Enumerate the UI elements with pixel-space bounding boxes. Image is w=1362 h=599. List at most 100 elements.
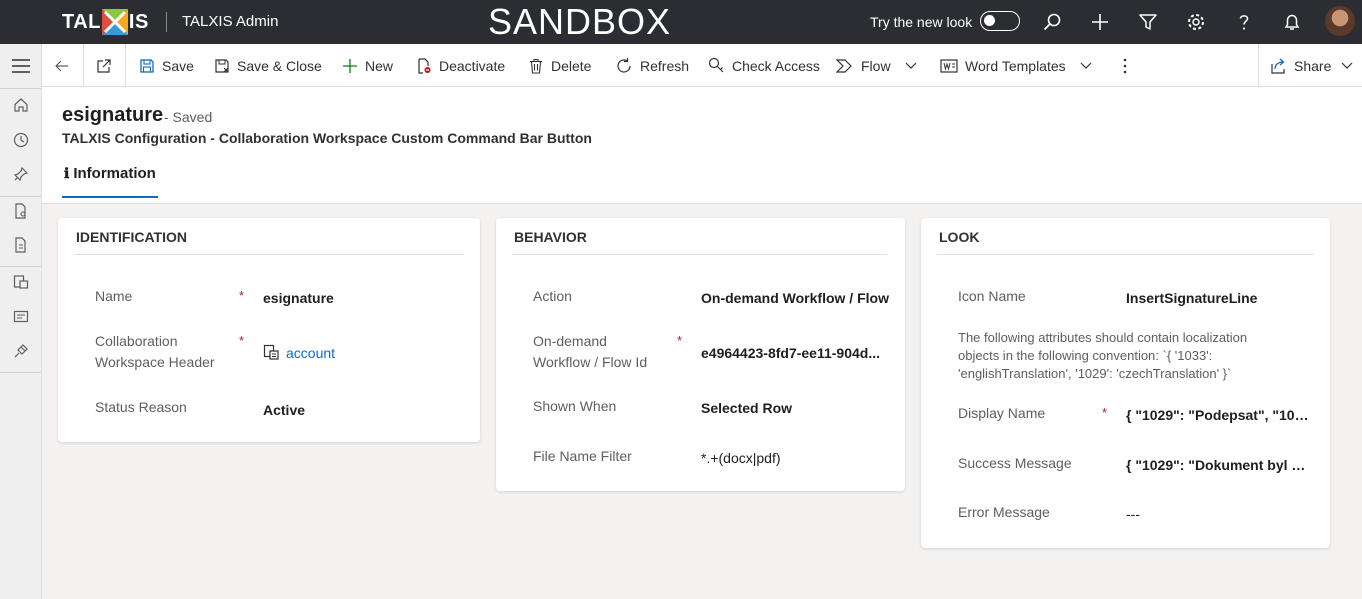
word-templates-button[interactable]: Word Templates xyxy=(940,44,1099,87)
back-button[interactable] xyxy=(54,44,77,87)
required-indicator: * xyxy=(677,333,683,348)
tab-information-label: Information xyxy=(73,165,156,182)
record-header: esignature - Saved TALXIS Configuration … xyxy=(42,87,1362,204)
icon-name-label: Icon Name xyxy=(958,288,1026,304)
flow-icon xyxy=(836,58,852,73)
save-button[interactable]: Save xyxy=(139,44,194,87)
environment-banner: SANDBOX xyxy=(488,1,672,42)
share-icon xyxy=(1271,58,1285,74)
toggle-knob xyxy=(984,15,995,26)
section-divider xyxy=(74,254,464,255)
command-divider xyxy=(125,44,126,87)
chevron-down-icon xyxy=(1080,62,1092,69)
hamburger-menu-icon[interactable] xyxy=(0,49,42,83)
workspace-header-label: Collaboration Workspace Header xyxy=(95,331,215,373)
more-commands-button[interactable] xyxy=(1122,44,1135,87)
file-name-filter-label: File Name Filter xyxy=(533,448,632,464)
check-access-button[interactable]: Check Access xyxy=(708,44,820,87)
save-close-icon xyxy=(215,58,229,73)
new-button[interactable]: New xyxy=(342,44,393,87)
identification-section: IDENTIFICATION Name * esignature Collabo… xyxy=(58,218,480,442)
entity-plugin-icon[interactable] xyxy=(0,334,42,368)
open-new-window-icon xyxy=(97,58,111,73)
help-icon[interactable] xyxy=(1233,11,1255,33)
search-icon[interactable] xyxy=(1041,11,1063,33)
entity-documents-icon[interactable] xyxy=(0,228,42,262)
save-icon xyxy=(140,58,154,73)
save-close-button[interactable]: Save & Close xyxy=(214,44,322,87)
user-avatar[interactable] xyxy=(1325,6,1355,36)
logo-text-left: TAL xyxy=(62,10,101,33)
section-divider xyxy=(937,254,1314,255)
recent-clock-icon[interactable] xyxy=(0,123,42,157)
shown-when-label: Shown When xyxy=(533,398,617,414)
icon-name-field[interactable]: InsertSignatureLine xyxy=(1126,290,1316,306)
deactivate-label: Deactivate xyxy=(439,57,506,74)
look-section: LOOK Icon Name InsertSignatureLine The f… xyxy=(921,218,1330,548)
section-title: LOOK xyxy=(939,229,980,245)
check-access-label: Check Access xyxy=(732,57,820,74)
pinned-icon[interactable] xyxy=(0,157,42,191)
behavior-section: BEHAVIOR Action On-demand Workflow / Flo… xyxy=(496,218,905,491)
app-title[interactable]: TALXIS Admin xyxy=(182,13,278,30)
status-reason-label: Status Reason xyxy=(95,399,187,415)
flow-id-field[interactable]: e4964423-8fd7-ee11-904d... xyxy=(701,345,891,361)
more-vertical-icon xyxy=(1123,58,1127,73)
try-new-look-toggle[interactable] xyxy=(980,11,1020,31)
word-templates-label: Word Templates xyxy=(965,57,1066,74)
success-message-field[interactable]: { "1029": "Dokument byl od... xyxy=(1126,457,1311,473)
entity-document-search-icon[interactable] xyxy=(0,194,42,228)
info-icon: ℹ xyxy=(64,165,70,181)
add-icon[interactable] xyxy=(1089,11,1111,33)
entity-list-icon[interactable] xyxy=(0,300,42,334)
new-label: New xyxy=(365,57,394,74)
logo-x-icon xyxy=(101,9,128,35)
localization-note-line1: The following attributes should contain … xyxy=(958,330,1248,345)
required-indicator: * xyxy=(1102,405,1108,420)
shown-when-field[interactable]: Selected Row xyxy=(701,400,891,416)
entity-workspace-icon[interactable] xyxy=(0,265,42,299)
refresh-icon xyxy=(617,57,631,73)
plus-icon xyxy=(343,58,357,73)
home-icon[interactable] xyxy=(0,88,42,122)
error-message-field[interactable]: --- xyxy=(1126,506,1311,522)
share-button[interactable]: Share xyxy=(1270,44,1360,87)
left-navigation xyxy=(0,44,42,599)
tab-information[interactable]: ℹ Information xyxy=(62,165,158,198)
required-indicator: * xyxy=(239,333,245,348)
flow-id-label-line1: On-demand xyxy=(533,333,607,349)
display-name-field[interactable]: { "1029": "Podepsat", "1033... xyxy=(1126,407,1311,423)
workspace-header-link[interactable]: account xyxy=(286,345,335,361)
command-bar: Save Save & Close New Deactivate Delete … xyxy=(42,44,1362,87)
save-label: Save xyxy=(162,57,194,74)
top-bar: TAL IS TALXIS Admin SANDBOX Try the new … xyxy=(0,0,1362,44)
workspace-header-field[interactable]: account xyxy=(263,344,463,361)
talxis-logo[interactable]: TAL IS xyxy=(62,9,149,35)
word-templates-icon xyxy=(940,58,958,73)
workspace-header-label-line2: Workspace Header xyxy=(95,354,215,370)
section-divider xyxy=(512,254,887,255)
delete-label: Delete xyxy=(551,57,592,74)
notifications-bell-icon[interactable] xyxy=(1281,11,1303,33)
name-field[interactable]: esignature xyxy=(263,290,463,306)
flow-label: Flow xyxy=(861,57,891,74)
filter-icon[interactable] xyxy=(1137,11,1159,33)
nav-divider xyxy=(0,372,41,373)
refresh-button[interactable]: Refresh xyxy=(615,44,689,87)
chevron-down-icon xyxy=(905,62,916,69)
entity-record-icon xyxy=(263,344,279,360)
logo-text-right: IS xyxy=(128,10,149,33)
deactivate-icon xyxy=(418,57,431,74)
section-title: BEHAVIOR xyxy=(514,229,587,245)
trash-icon xyxy=(530,58,542,74)
action-field[interactable]: On-demand Workflow / Flow xyxy=(701,290,891,306)
workspace-header-label-line1: Collaboration xyxy=(95,333,178,349)
delete-button[interactable]: Delete xyxy=(528,44,591,87)
status-reason-field[interactable]: Active xyxy=(263,402,463,418)
settings-gear-icon[interactable] xyxy=(1185,11,1207,33)
flow-button[interactable]: Flow xyxy=(836,44,924,87)
required-indicator: * xyxy=(239,288,245,303)
open-new-window-button[interactable] xyxy=(96,44,119,87)
file-name-filter-field[interactable]: *.+(docx|pdf) xyxy=(701,450,891,466)
deactivate-button[interactable]: Deactivate xyxy=(416,44,505,87)
